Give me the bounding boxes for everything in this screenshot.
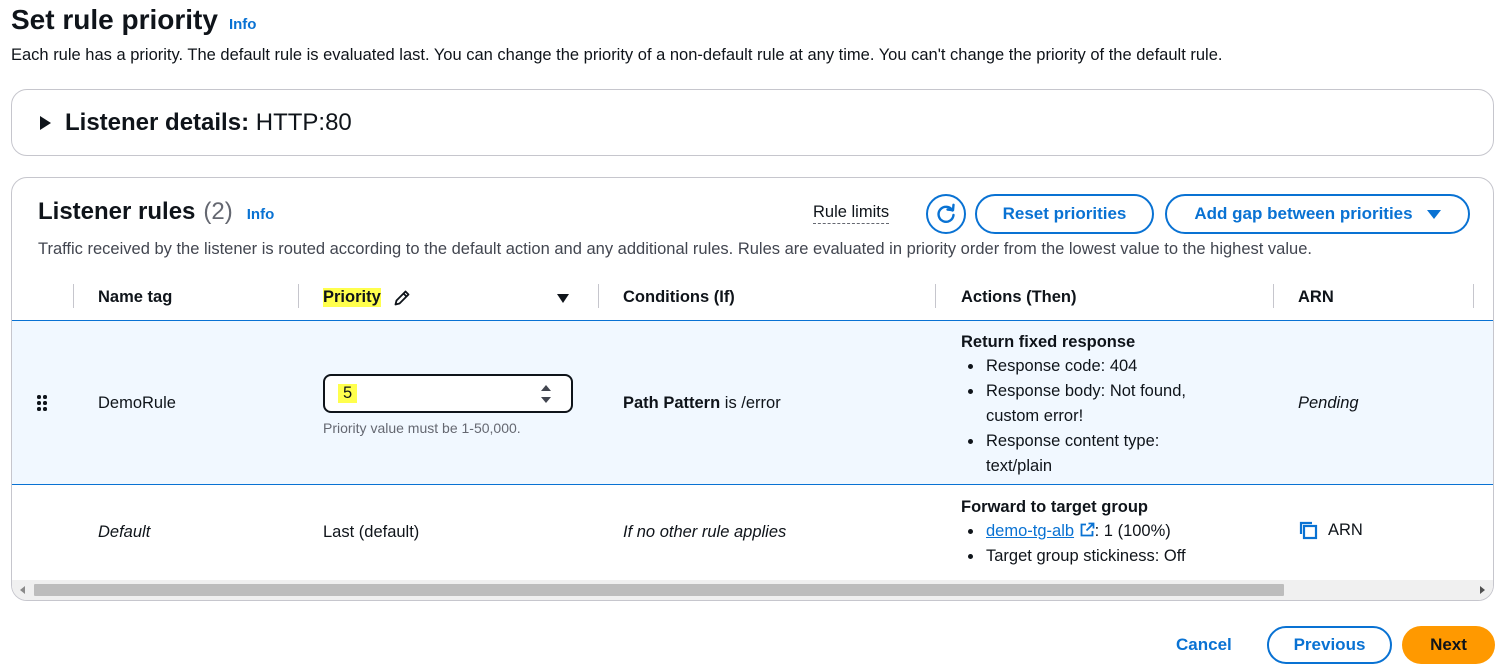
column-divider[interactable] <box>1473 284 1474 308</box>
rule-actions: Return fixed response Response code: 404… <box>961 331 1186 479</box>
target-weight: : 1 (100%) <box>1094 522 1171 540</box>
column-header-conditions: Conditions (If) <box>623 288 735 306</box>
copy-arn-label: ARN <box>1328 520 1363 539</box>
listener-rules-count: (2) <box>203 198 233 225</box>
column-header-actions: Actions (Then) <box>961 288 1077 306</box>
action-item: Response code: 404 <box>961 354 1186 379</box>
sort-caret-icon[interactable] <box>557 294 569 303</box>
refresh-icon <box>937 203 955 223</box>
action-item: Response content type: text/plain <box>961 429 1186 479</box>
edit-pencil-icon <box>394 290 410 305</box>
rule-condition: If no other rule applies <box>623 523 787 541</box>
listener-details-toggle[interactable]: Listener details: HTTP:80 <box>40 109 352 137</box>
external-link-icon[interactable] <box>1079 522 1095 538</box>
column-divider[interactable] <box>598 284 599 308</box>
horizontal-scrollbar[interactable] <box>12 580 1493 600</box>
condition-key: Path Pattern <box>623 394 721 412</box>
column-header-arn: ARN <box>1298 288 1334 306</box>
column-divider[interactable] <box>73 284 74 308</box>
listener-details-panel: Listener details: HTTP:80 <box>11 89 1494 156</box>
listener-rules-description: Traffic received by the listener is rout… <box>38 240 1312 258</box>
drag-handle-icon[interactable] <box>37 395 49 413</box>
scroll-left-arrow-icon[interactable] <box>20 586 25 594</box>
column-divider[interactable] <box>1273 284 1274 308</box>
add-gap-label: Add gap between priorities <box>1194 204 1413 223</box>
condition-value: is /error <box>720 394 781 412</box>
rule-name-tag: DemoRule <box>98 394 176 412</box>
next-button[interactable]: Next <box>1402 626 1495 664</box>
listener-details-value: HTTP:80 <box>255 109 352 136</box>
target-group-link[interactable]: demo-tg-alb <box>986 522 1074 540</box>
cancel-button[interactable]: Cancel <box>1176 635 1232 655</box>
column-divider[interactable] <box>298 284 299 308</box>
rule-actions: Forward to target group demo-tg-alb : 1 … <box>961 496 1186 569</box>
rule-name-tag: Default <box>98 523 151 541</box>
listener-rules-panel: Listener rules (2) Info Rule limits Rese… <box>11 177 1494 601</box>
page-description: Each rule has a priority. The default ru… <box>11 46 1223 64</box>
caret-right-icon <box>40 116 51 130</box>
rule-priority-text: Last (default) <box>323 523 420 541</box>
scrollbar-thumb[interactable] <box>34 584 1284 596</box>
listener-details-label: Listener details: <box>65 109 250 136</box>
refresh-button[interactable] <box>926 194 966 234</box>
action-item: demo-tg-alb : 1 (100%) <box>961 519 1186 544</box>
reset-priorities-button[interactable]: Reset priorities <box>975 194 1154 234</box>
column-header-priority[interactable]: Priority <box>323 288 411 307</box>
priority-input[interactable]: 5 <box>323 374 573 413</box>
priority-constraint-text: Priority value must be 1-50,000. <box>323 420 521 436</box>
add-gap-dropdown-button[interactable]: Add gap between priorities <box>1165 194 1470 234</box>
table-row-default[interactable]: Default Last (default) If no other rule … <box>12 486 1493 581</box>
previous-button[interactable]: Previous <box>1267 626 1392 664</box>
column-divider[interactable] <box>935 284 936 308</box>
page-title-text: Set rule priority <box>11 4 218 35</box>
action-title: Return fixed response <box>961 333 1136 351</box>
action-title: Forward to target group <box>961 498 1148 516</box>
rule-limits-link[interactable]: Rule limits <box>813 203 890 224</box>
action-item: Response body: Not found, custom error! <box>961 379 1186 429</box>
scroll-right-arrow-icon[interactable] <box>1480 586 1485 594</box>
priority-header-label: Priority <box>323 288 381 307</box>
page-info-link[interactable]: Info <box>229 16 257 33</box>
action-item: Target group stickiness: Off <box>961 544 1186 569</box>
copy-arn-button[interactable]: ARN <box>1298 520 1363 540</box>
table-header-row: Name tag Priority Conditions (If) Action… <box>12 280 1493 318</box>
rule-arn-status: Pending <box>1298 394 1359 412</box>
column-header-name-tag: Name tag <box>98 288 173 306</box>
caret-down-icon <box>1426 209 1441 219</box>
listener-rules-info-link[interactable]: Info <box>247 206 275 223</box>
listener-rules-header: Listener rules (2) Info <box>38 198 274 226</box>
reset-priorities-label: Reset priorities <box>1002 204 1127 223</box>
page-title: Set rule priority Info <box>11 4 256 36</box>
number-stepper-icon[interactable] <box>541 385 553 403</box>
listener-rules-title: Listener rules <box>38 198 196 225</box>
table-row-demorule[interactable]: DemoRule 5 Priority value must be 1-50,0… <box>12 320 1493 485</box>
copy-icon <box>1299 521 1318 540</box>
priority-input-value: 5 <box>338 384 358 403</box>
rule-condition: Path Pattern is /error <box>623 394 781 413</box>
